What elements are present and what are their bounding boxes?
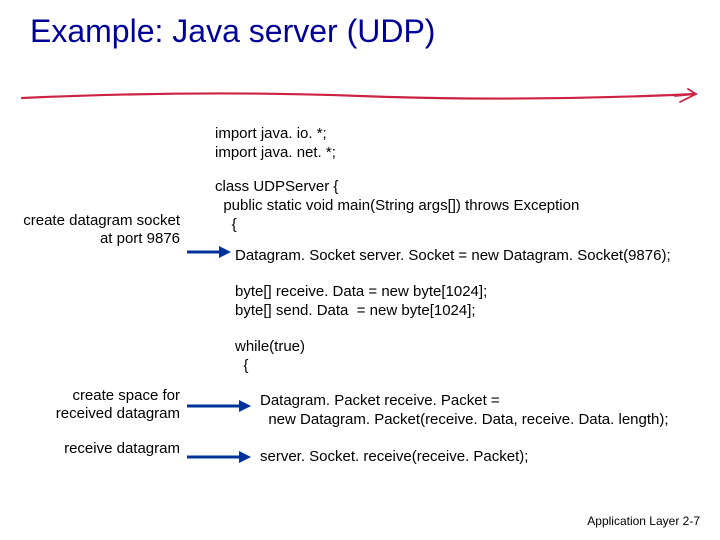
code-receive-line: server. Socket. receive(receive. Packet)… xyxy=(260,448,528,467)
title-underline xyxy=(20,88,700,110)
arrow-icon xyxy=(185,398,251,414)
annotation-create-socket: create datagram socket at port 9876 xyxy=(20,212,180,248)
code-byte-arrays: byte[] receive. Data = new byte[1024]; b… xyxy=(235,283,487,321)
code-class-head: class UDPServer { public static void mai… xyxy=(215,178,579,234)
arrow-icon xyxy=(185,449,251,465)
footer-text: Application Layer 2-7 xyxy=(587,514,700,528)
annotation-create-space: create space for received datagram xyxy=(20,387,180,423)
arrow-icon xyxy=(185,244,231,260)
slide-title: Example: Java server (UDP) xyxy=(30,12,690,50)
title-wrap: Example: Java server (UDP) xyxy=(30,12,690,50)
annotation-receive: receive datagram xyxy=(20,440,180,458)
code-socket-line: Datagram. Socket server. Socket = new Da… xyxy=(235,247,671,266)
code-while-head: while(true) { xyxy=(235,338,305,376)
code-imports: import java. io. *; import java. net. *; xyxy=(215,125,336,163)
slide: Example: Java server (UDP) import java. … xyxy=(0,0,720,540)
code-packet-lines: Datagram. Packet receive. Packet = new D… xyxy=(260,392,669,430)
